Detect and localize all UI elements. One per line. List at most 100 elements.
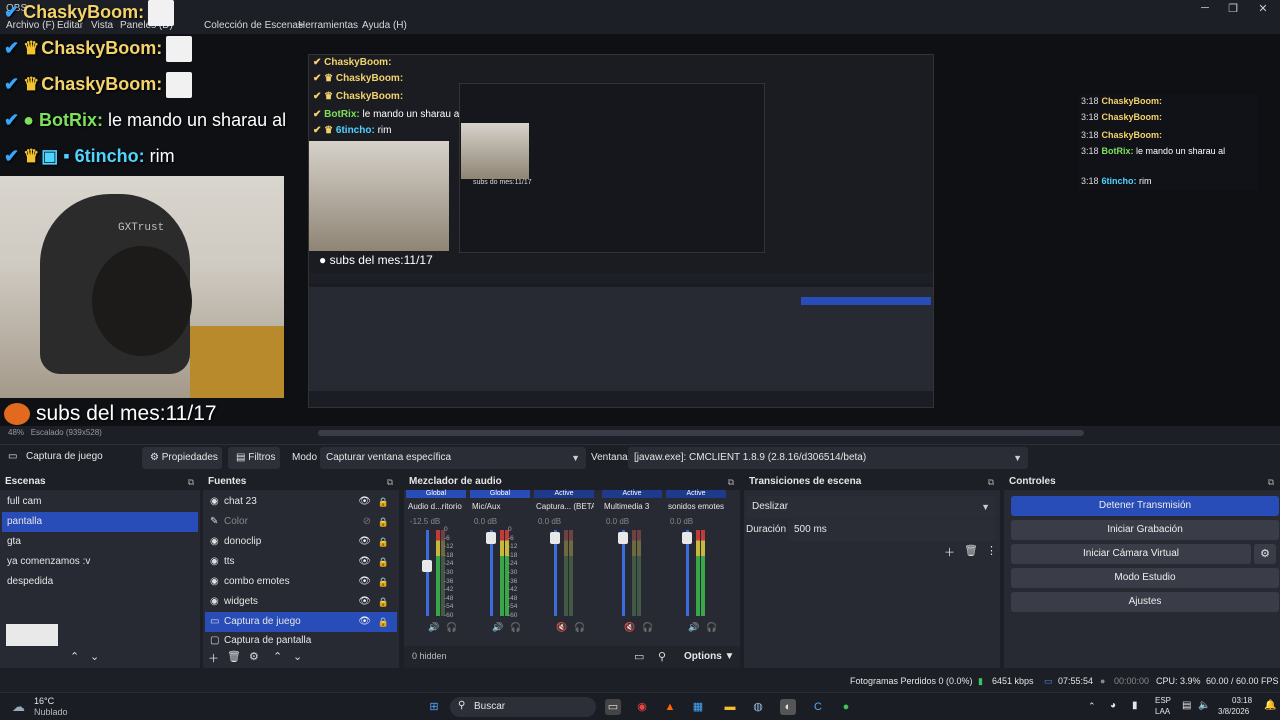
headphones-icon[interactable]: 🎧	[706, 622, 717, 633]
scene-item[interactable]: full cam	[2, 492, 198, 512]
spotify-icon[interactable]: ●	[838, 699, 854, 715]
volume-icon[interactable]: 🔈	[1198, 700, 1210, 711]
link-icon[interactable]: ⚲	[658, 650, 666, 663]
scene-item-selected[interactable]: pantalla	[2, 512, 198, 532]
scene-item[interactable]: despedida	[2, 572, 198, 592]
brave-icon[interactable]: ▲	[662, 699, 678, 715]
menu-help[interactable]: Ayuda (H)	[362, 20, 407, 31]
lock-icon[interactable]: 🔒	[378, 512, 389, 532]
mic-icon[interactable]: ▮	[1132, 700, 1138, 711]
scene-item[interactable]: ya comenzamos :v	[2, 552, 198, 572]
eye-icon[interactable]: 👁	[358, 592, 371, 612]
taskbar-search[interactable]: ⚲ Buscar	[450, 697, 596, 717]
preview-scrollbar[interactable]	[318, 430, 1084, 436]
trash-icon[interactable]: 🗑	[227, 650, 241, 663]
popout-icon[interactable]: ⧉	[1268, 474, 1274, 490]
add-icon[interactable]: ＋	[208, 650, 219, 666]
source-item[interactable]: ◉ tts 👁 🔒	[205, 552, 397, 572]
headphones-icon[interactable]: 🎧	[510, 622, 521, 633]
source-item[interactable]: ◉ donoclip 👁 🔒	[205, 532, 397, 552]
popout-icon[interactable]: ⧉	[188, 474, 194, 490]
network-icon[interactable]: ▤	[1182, 700, 1191, 711]
start-recording-button[interactable]: Iniciar Grabación	[1011, 520, 1279, 540]
volume-slider[interactable]	[426, 530, 429, 616]
volume-knob[interactable]	[422, 560, 432, 572]
lock-icon[interactable]: 🔒	[378, 592, 389, 612]
minimize-button[interactable]: ─	[1190, 2, 1220, 16]
preview-area[interactable]: ✔ ChaskyBoom: ✔ ♛ ChaskyBoom: ✔ ♛ ChaskyBoom:…	[0, 0, 1280, 426]
window-select[interactable]: [javaw.exe]: CMCLIENT 1.8.9 (2.8.16/d306…	[628, 447, 1028, 469]
layout-icon[interactable]: ▭	[634, 650, 644, 663]
source-item[interactable]: ✎ Color ⊘ 🔒	[205, 512, 397, 532]
source-item[interactable]: ◉ chat 23 👁 🔒	[205, 492, 397, 512]
menu-scene-collection[interactable]: Colección de Escenas	[204, 20, 303, 31]
headphones-icon[interactable]: 🎧	[446, 622, 457, 633]
eye-icon[interactable]: 👁	[358, 612, 371, 632]
popout-icon[interactable]: ⧉	[988, 474, 994, 490]
scene-item[interactable]: gta	[2, 532, 198, 552]
trash-icon[interactable]: 🗑	[964, 544, 978, 557]
add-icon[interactable]: ＋	[944, 544, 955, 560]
lock-icon[interactable]: 🔒	[378, 572, 389, 592]
volume-knob[interactable]	[618, 532, 628, 544]
lang-primary[interactable]: ESP	[1155, 696, 1171, 705]
stop-streaming-button[interactable]: Detener Transmisión	[1011, 496, 1279, 516]
move-up-icon[interactable]: ⌃	[273, 650, 282, 663]
speaker-muted-icon[interactable]: 🔇	[556, 622, 567, 633]
eye-icon[interactable]: 👁	[358, 552, 371, 572]
obs-icon[interactable]: ◐	[780, 699, 796, 715]
source-item[interactable]: ▢ Captura de pantalla	[205, 632, 397, 646]
options-button[interactable]: Options ▼	[684, 651, 734, 662]
speaker-icon[interactable]: 🔊	[688, 622, 699, 633]
properties-button[interactable]: ⚙ Propiedades	[142, 447, 222, 469]
lock-icon[interactable]: 🔒	[378, 612, 389, 632]
eye-icon[interactable]: 👁	[358, 572, 371, 592]
studio-mode-button[interactable]: Modo Estudio	[1011, 568, 1279, 588]
mode-select[interactable]: Capturar ventana específica ▼	[320, 447, 586, 469]
headphones-icon[interactable]: 🎧	[574, 622, 585, 633]
gear-icon[interactable]: ⚙	[249, 650, 259, 663]
move-down-icon[interactable]: ⌄	[293, 650, 302, 663]
lock-icon[interactable]: 🔒	[378, 492, 389, 512]
notification-icon[interactable]: 🔔	[1264, 700, 1276, 711]
source-item[interactable]: ◉ combo emotes 👁 🔒	[205, 572, 397, 592]
volume-knob[interactable]	[486, 532, 496, 544]
settings-button[interactable]: Ajustes	[1011, 592, 1279, 612]
close-button[interactable]: ✕	[1248, 2, 1278, 16]
cheatbreaker-icon[interactable]: C	[810, 699, 826, 715]
popout-icon[interactable]: ⧉	[387, 474, 393, 490]
speaker-icon[interactable]: 🔊	[428, 622, 439, 633]
lock-icon[interactable]: 🔒	[378, 532, 389, 552]
speaker-icon[interactable]: 🔊	[492, 622, 503, 633]
folder-icon[interactable]: ▬	[722, 699, 738, 715]
source-item[interactable]: ◉ widgets 👁 🔒	[205, 592, 397, 612]
clock-time[interactable]: 03:18	[1232, 696, 1252, 705]
filters-button[interactable]: ▤ Filtros	[228, 447, 280, 469]
discord-icon[interactable]: ◕	[1110, 700, 1116, 711]
clock-date[interactable]: 3/8/2026	[1218, 707, 1249, 716]
source-item-selected[interactable]: ▭ Captura de juego 👁 🔒	[205, 612, 397, 632]
store-icon[interactable]: ▦	[690, 699, 706, 715]
eye-icon[interactable]: 👁	[358, 492, 371, 512]
windows-start-icon[interactable]: ⊞	[426, 699, 442, 715]
task-view-icon[interactable]: ▭	[605, 699, 621, 715]
steam-icon[interactable]: ◍	[750, 699, 766, 715]
chevron-up-icon[interactable]: ⌃	[1088, 701, 1096, 712]
popout-icon[interactable]: ⧉	[728, 474, 734, 490]
move-up-icon[interactable]: ⌃	[70, 650, 79, 663]
volume-knob[interactable]	[682, 532, 692, 544]
start-virtual-camera-button[interactable]: Iniciar Cámara Virtual	[1011, 544, 1251, 564]
volume-knob[interactable]	[550, 532, 560, 544]
speaker-muted-icon[interactable]: 🔇	[624, 622, 635, 633]
duration-input[interactable]: 500 ms	[788, 519, 996, 541]
maximize-button[interactable]: ❐	[1218, 2, 1248, 16]
lock-icon[interactable]: 🔒	[378, 552, 389, 572]
move-down-icon[interactable]: ⌄	[90, 650, 99, 663]
more-icon[interactable]: ⋮	[986, 544, 997, 557]
eye-off-icon[interactable]: ⊘	[363, 512, 371, 532]
lang-secondary[interactable]: LAA	[1155, 707, 1170, 716]
transition-select[interactable]: Deslizar ▼	[746, 496, 996, 518]
gear-icon[interactable]: ⚙	[1254, 544, 1276, 564]
eye-icon[interactable]: 👁	[358, 532, 371, 552]
menu-tools[interactable]: Herramientas	[298, 20, 358, 31]
